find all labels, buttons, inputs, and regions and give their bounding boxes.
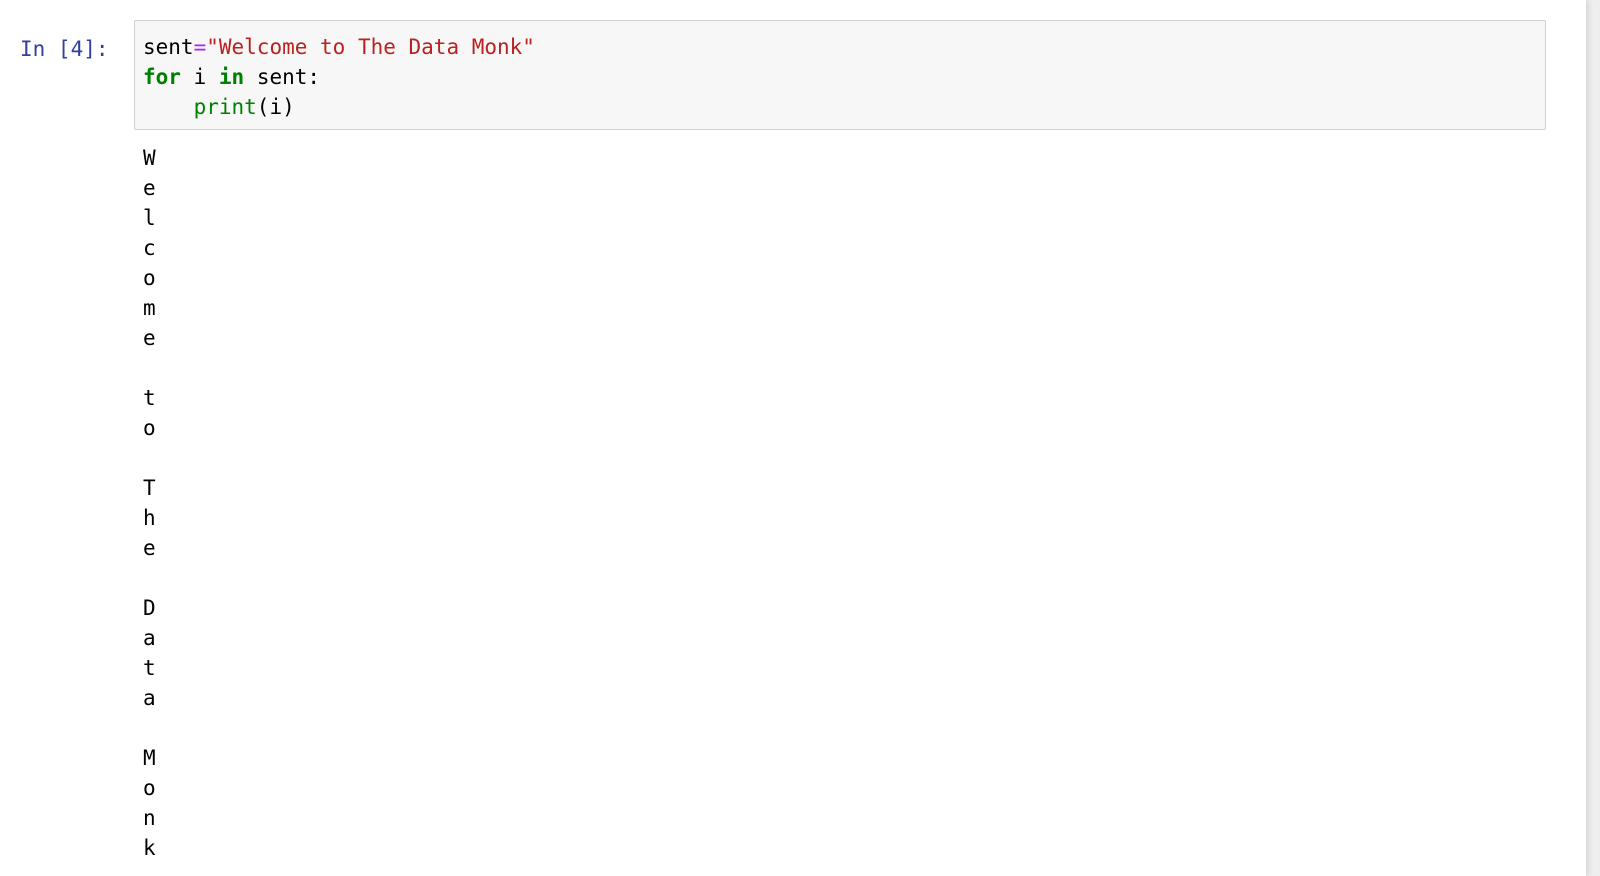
code-loop-target: i [180,65,219,89]
output-line: k [143,836,156,860]
cell-output: Welcome to The Data Monk [143,143,1543,863]
output-line: t [143,656,156,680]
output-line: e [143,176,156,200]
output-line: e [143,536,156,560]
output-line: c [143,236,156,260]
input-prompt: In [4]: [20,37,109,61]
code-content: sent="Welcome to The Data Monk" for i in… [143,32,1537,122]
output-line: T [143,476,156,500]
output-line: m [143,296,156,320]
output-line: e [143,326,156,350]
output-line: t [143,386,156,410]
output-line: M [143,746,156,770]
output-line: h [143,506,156,530]
code-editor[interactable]: sent="Welcome to The Data Monk" for i in… [134,20,1546,130]
output-line: a [143,686,156,710]
output-line: o [143,776,156,800]
code-keyword-for: for [143,65,181,89]
output-line: a [143,626,156,650]
output-line: n [143,806,156,830]
output-line: W [143,146,156,170]
output-line: o [143,266,156,290]
code-operator: = [193,35,207,59]
code-variable: sent [143,35,194,59]
code-line-3: print(i) [143,95,295,119]
code-line-2: for i in sent: [143,65,320,89]
code-line-1: sent="Welcome to The Data Monk" [143,35,535,59]
output-line: D [143,596,156,620]
output-line: l [143,206,156,230]
code-string: "Welcome to The Data Monk" [206,35,535,59]
code-iterable: sent: [244,65,321,89]
output-line: o [143,416,156,440]
notebook-container: In [4]: sent="Welcome to The Data Monk" … [0,0,1586,876]
code-keyword-in: in [218,65,245,89]
code-call-args: (i) [256,95,295,119]
code-builtin: print [193,95,257,119]
